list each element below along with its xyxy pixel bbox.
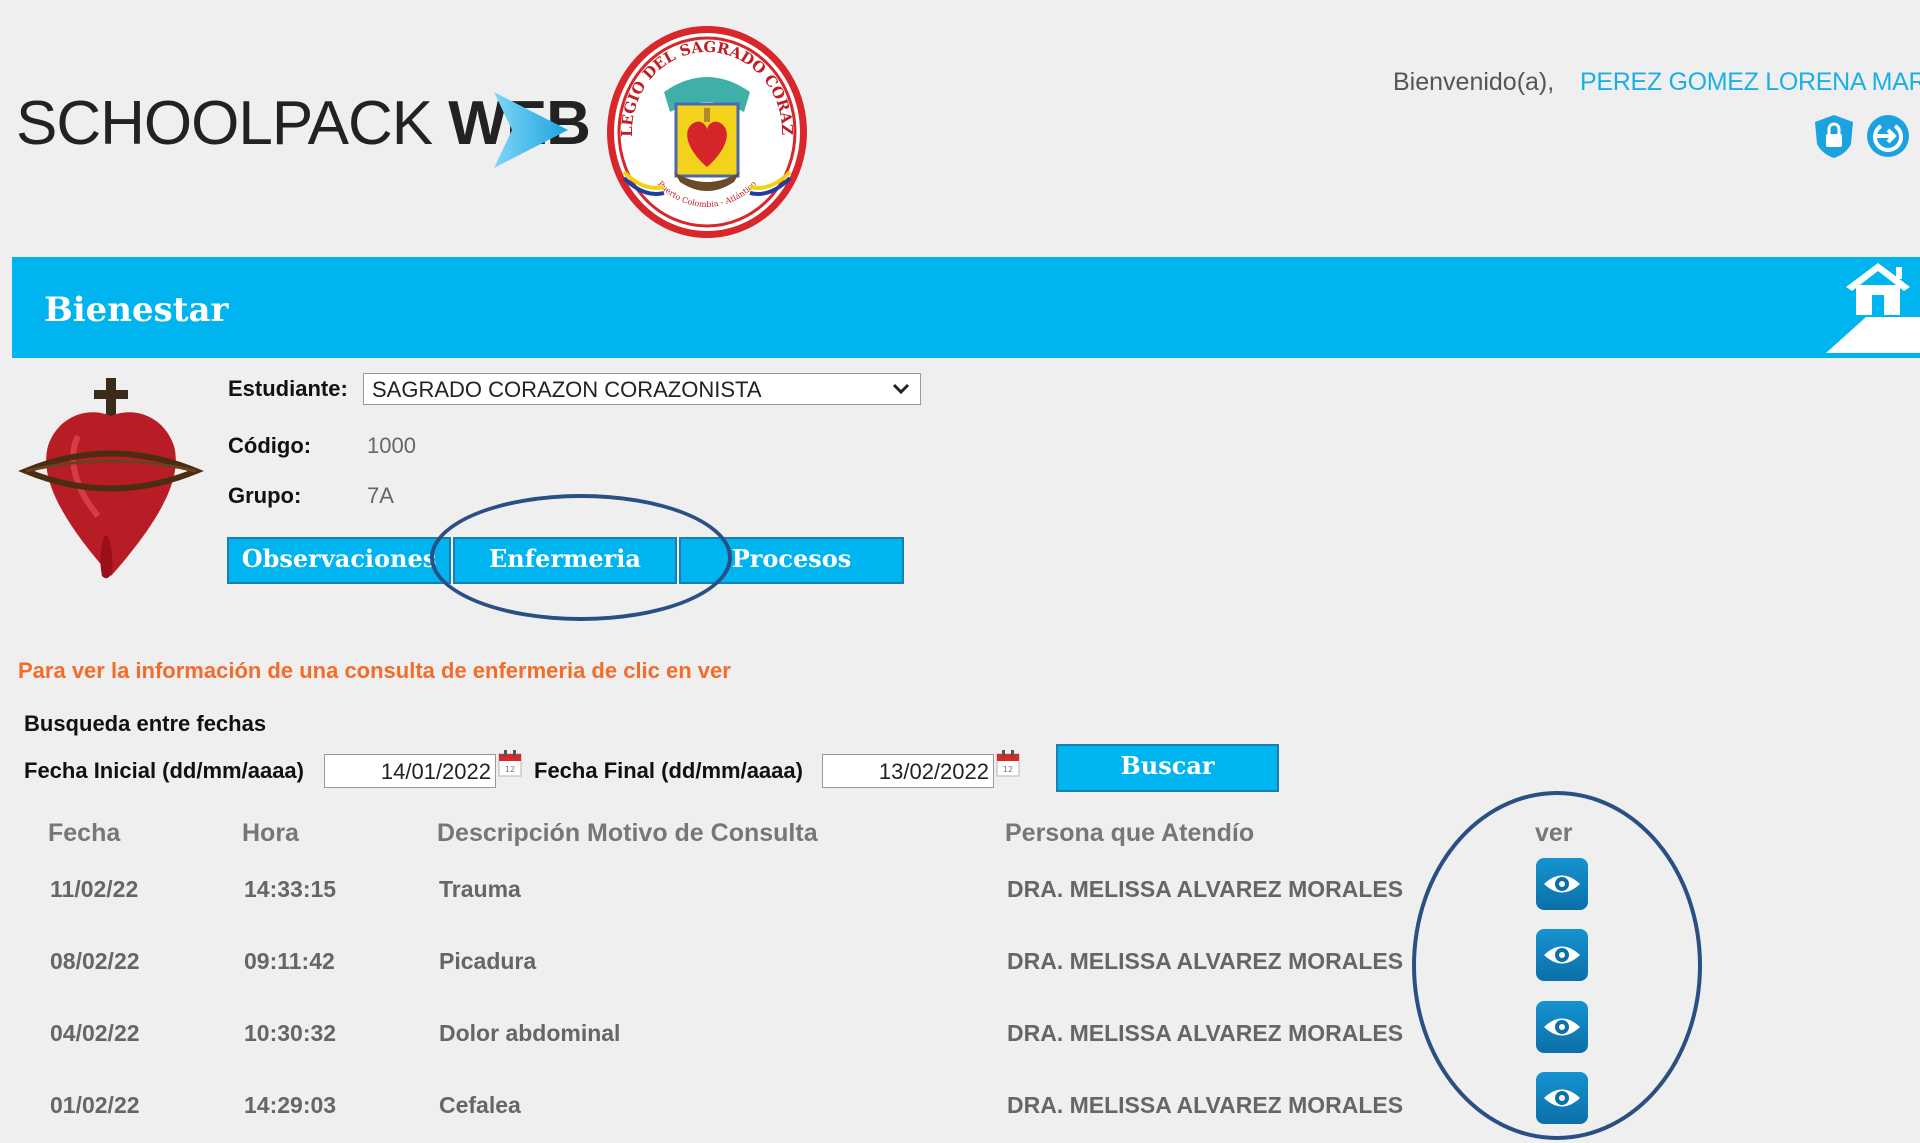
code-label: Código: [228,433,312,458]
column-header-motivo: Descripción Motivo de Consulta [437,819,818,847]
table-cell-motivo: Picadura [439,948,537,974]
eye-icon [1544,875,1580,893]
start-date-input[interactable]: 14/01/2022 [324,754,496,788]
svg-text:12: 12 [1003,765,1013,774]
section-title: Bienestar [44,290,229,330]
end-date-label: Fecha Final (dd/mm/aaaa) [534,758,803,783]
student-label: Estudiante: [228,376,348,401]
table-cell-persona: DRA. MELISSA ALVAREZ MORALES [1007,1020,1404,1046]
table-cell-persona: DRA. MELISSA ALVAREZ MORALES [1007,876,1404,902]
calendar-icon[interactable]: 12 [995,748,1021,778]
column-header-ver: ver [1535,819,1573,847]
brand-arrow-icon [494,92,568,168]
eye-icon [1544,1089,1580,1107]
lock-icon[interactable] [1810,112,1858,160]
table-cell-persona: DRA. MELISSA ALVAREZ MORALES [1007,1092,1404,1118]
tab-enfermeria[interactable]: Enfermeria [453,537,677,584]
view-button[interactable] [1536,1001,1588,1053]
start-date-label: Fecha Inicial (dd/mm/aaaa) [24,758,304,783]
table-cell-fecha: 01/02/22 [50,1092,140,1118]
tab-procesos[interactable]: Procesos [679,537,904,584]
table-cell-motivo: Cefalea [439,1092,521,1118]
view-button[interactable] [1536,1072,1588,1124]
user-name-link[interactable]: PEREZ GOMEZ LORENA MARIA [1580,68,1920,97]
school-seal-logo: COLEGIO DEL SAGRADO CORAZON Puerto Colom… [604,22,807,238]
table-cell-fecha: 08/02/22 [50,948,140,974]
student-select-value: SAGRADO CORAZON CORAZONISTA [372,377,762,402]
column-header-hora: Hora [242,819,299,847]
welcome-text: Bienvenido(a), [1393,68,1555,96]
sacred-heart-image [18,378,204,579]
column-header-fecha: Fecha [48,819,121,847]
chevron-down-icon [892,383,910,395]
svg-text:12: 12 [505,765,515,774]
table-cell-hora: 10:30:32 [244,1020,337,1046]
group-value: 7A [367,483,394,508]
tab-observaciones[interactable]: Observaciones [227,537,451,584]
table-cell-hora: 14:29:03 [244,1092,337,1118]
table-cell-fecha: 11/02/22 [50,876,139,902]
search-button[interactable]: Buscar [1056,744,1279,792]
hint-text: Para ver la información de una consulta … [18,658,731,683]
eye-icon [1544,1018,1580,1036]
table-cell-hora: 09:11:42 [244,948,335,974]
logout-icon[interactable] [1864,112,1912,160]
view-button[interactable] [1536,858,1588,910]
home-icon[interactable] [1826,257,1920,353]
table-cell-persona: DRA. MELISSA ALVAREZ MORALES [1007,948,1404,974]
table-cell-motivo: Trauma [439,876,521,902]
table-cell-motivo: Dolor abdominal [439,1020,621,1046]
search-title: Busqueda entre fechas [24,711,267,736]
calendar-icon[interactable]: 12 [497,748,523,778]
student-select[interactable]: SAGRADO CORAZON CORAZONISTA [363,373,921,405]
view-button[interactable] [1536,929,1588,981]
end-date-input[interactable]: 13/02/2022 [822,754,994,788]
group-label: Grupo: [228,483,302,508]
section-banner [12,257,1920,358]
eye-icon [1544,946,1580,964]
table-cell-fecha: 04/02/22 [50,1020,140,1046]
column-header-persona: Persona que Atendío [1005,819,1255,847]
code-value: 1000 [367,433,416,458]
table-cell-hora: 14:33:15 [244,876,337,902]
